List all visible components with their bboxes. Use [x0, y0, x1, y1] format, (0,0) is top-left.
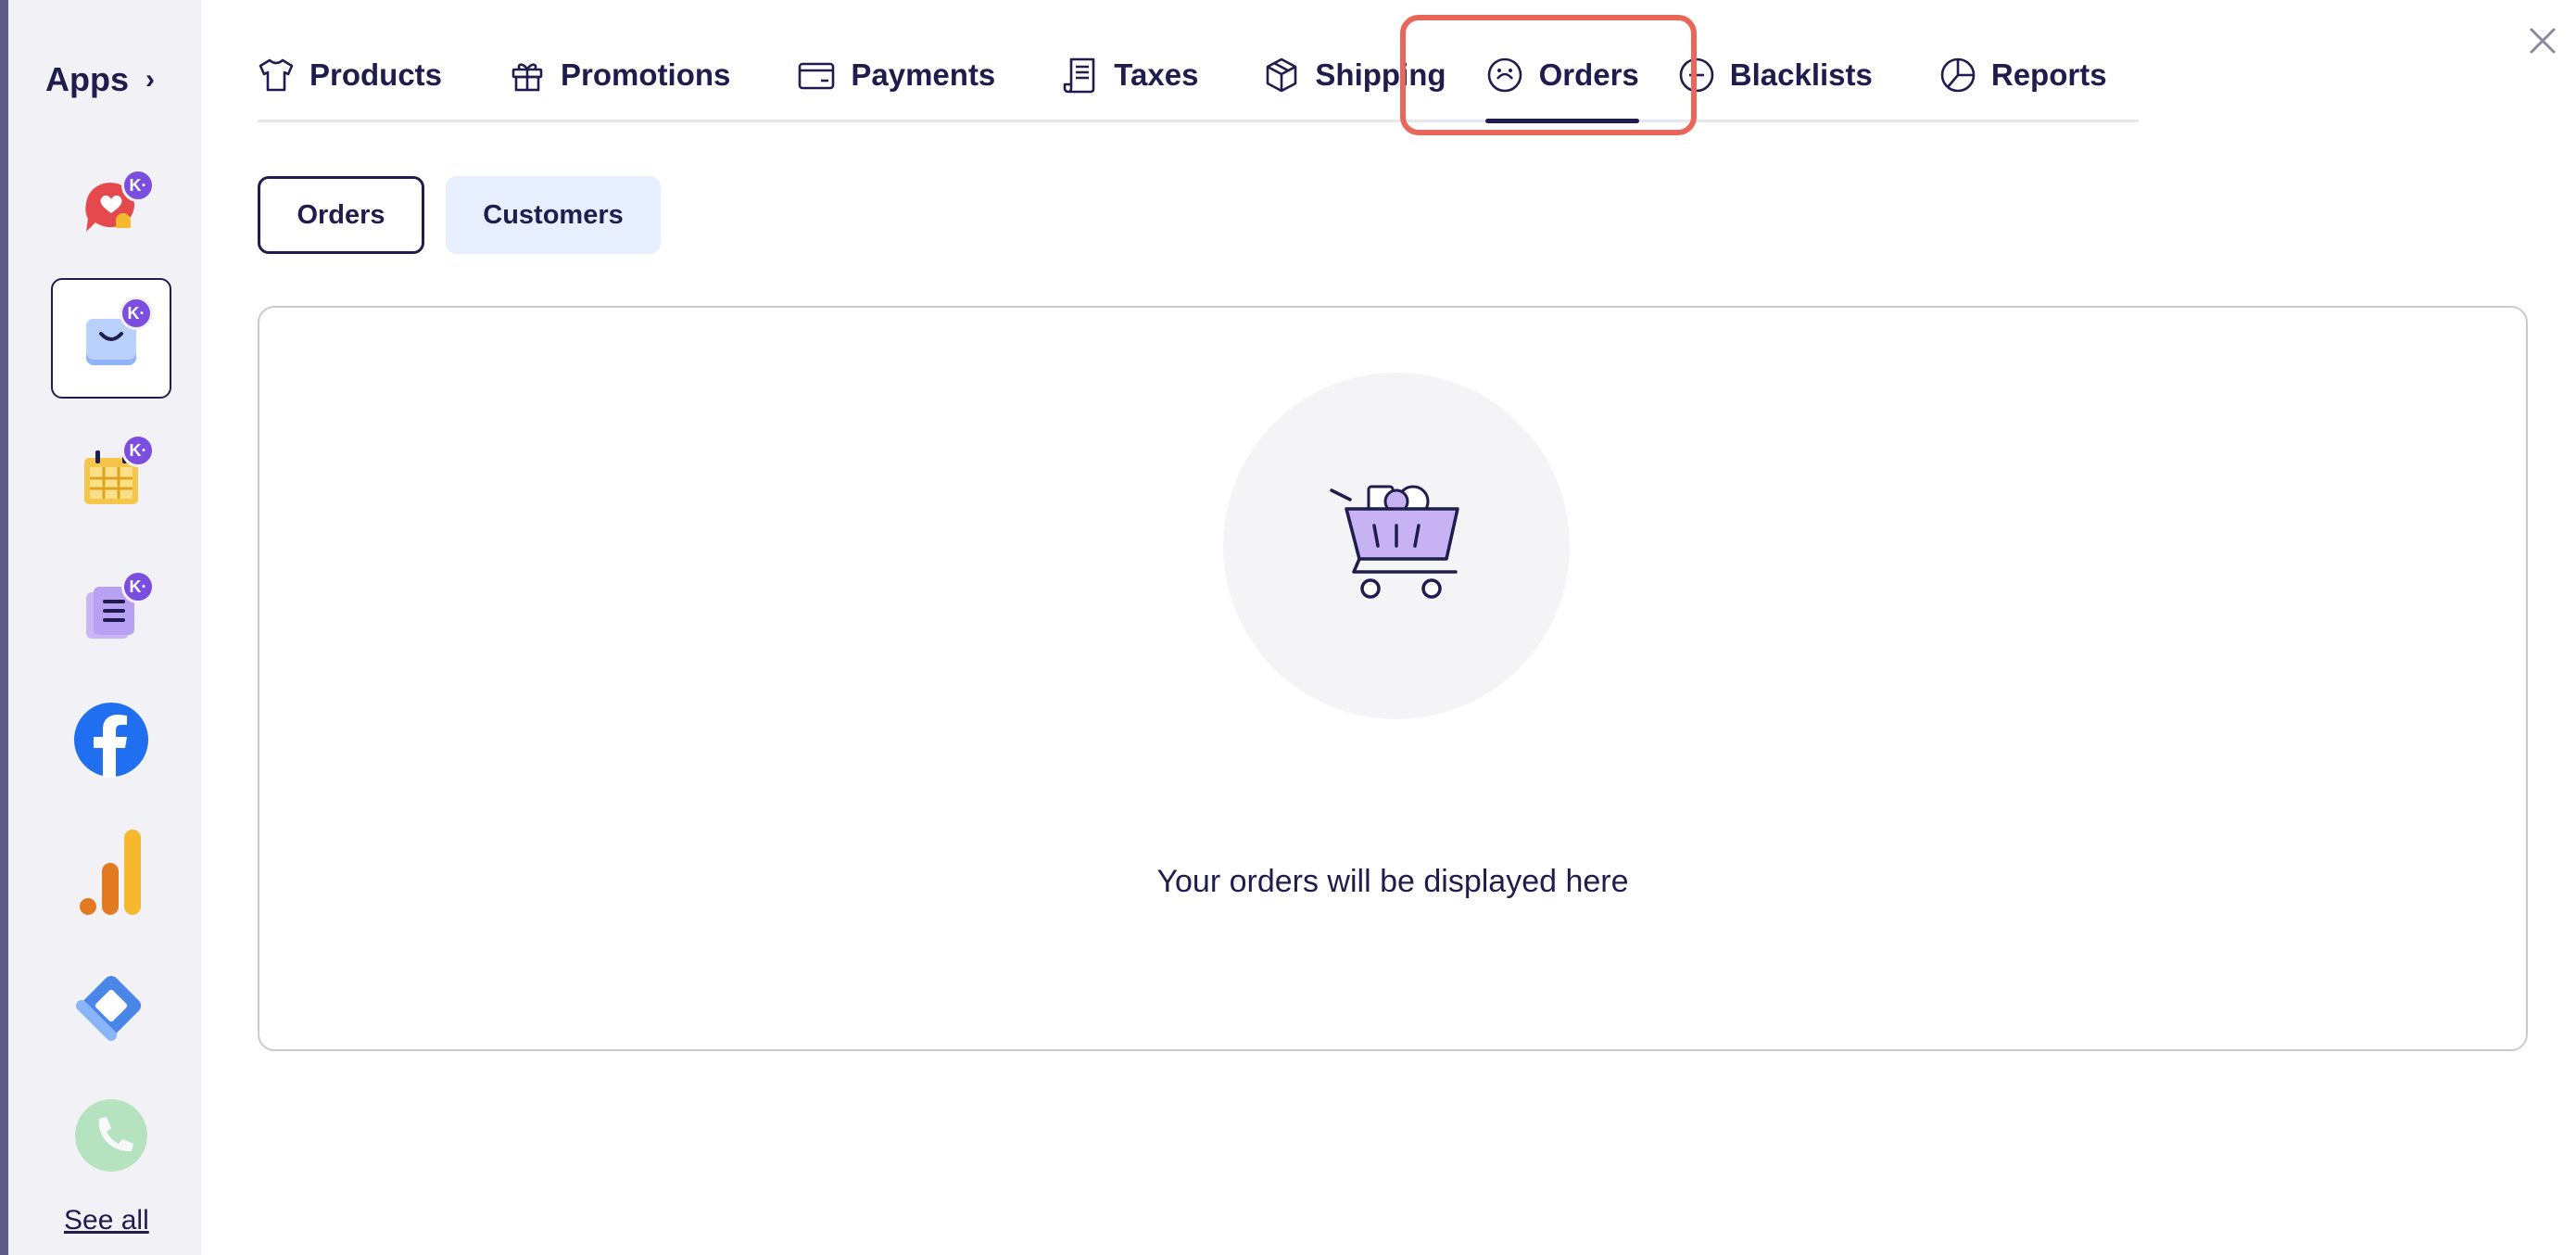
phone-icon — [75, 1099, 147, 1172]
sidebar-app-forms[interactable]: K· — [51, 551, 171, 672]
shopping-cart-icon — [1330, 485, 1459, 599]
tshirt-icon — [259, 58, 294, 91]
facebook-icon — [74, 703, 148, 778]
see-all-link[interactable]: See all — [64, 1205, 149, 1236]
orders-panel: Your orders will be displayed here — [258, 306, 2528, 1051]
apps-sidebar: Apps › K· K· K· K· See all — [8, 0, 201, 1255]
analytics-icon — [80, 830, 141, 915]
tab-blacklists[interactable]: Blacklists — [1678, 37, 1873, 120]
tab-label: Products — [309, 57, 443, 92]
pie-chart-icon — [1940, 57, 1976, 92]
k-badge: K· — [121, 570, 155, 603]
tab-label: Shipping — [1315, 57, 1446, 92]
orders-icon — [1487, 57, 1522, 92]
minus-circle-icon — [1679, 57, 1714, 92]
tab-label: Reports — [1990, 57, 2107, 92]
tab-label: Orders — [1538, 57, 1639, 92]
sidebar-app-tag-manager[interactable] — [51, 945, 171, 1066]
tab-label: Blacklists — [1729, 57, 1873, 92]
wallet-icon — [799, 62, 835, 89]
sidebar-app-facebook[interactable] — [51, 679, 171, 800]
apps-title: Apps — [45, 60, 129, 98]
tab-products[interactable]: Products — [258, 37, 442, 120]
empty-state-message: Your orders will be displayed here — [1156, 864, 1629, 899]
sidebar-app-phone[interactable] — [51, 1075, 171, 1196]
sidebar-app-chat[interactable]: K· — [51, 148, 171, 269]
tab-taxes[interactable]: Taxes — [1062, 37, 1198, 120]
subtab-customers[interactable]: Customers — [446, 176, 661, 254]
sidebar-app-calendar[interactable]: K· — [51, 417, 171, 538]
tab-payments[interactable]: Payments — [797, 37, 995, 120]
top-tabs: Products Promotions Payments Taxes Shipp… — [258, 37, 2139, 123]
receipt-icon — [1063, 57, 1095, 93]
app-root: Apps › K· K· K· K· See all Products Prom… — [0, 0, 2576, 1255]
sidebar-app-analytics[interactable] — [51, 812, 171, 932]
k-badge: K· — [121, 434, 155, 467]
k-badge: K· — [120, 297, 153, 330]
tab-label: Payments — [851, 57, 996, 92]
gift-icon — [511, 62, 543, 91]
chevron-right-icon: › — [145, 64, 155, 95]
close-button[interactable] — [2520, 19, 2565, 63]
close-icon — [2530, 28, 2556, 54]
tab-promotions[interactable]: Promotions — [509, 37, 730, 120]
tab-orders[interactable]: Orders — [1484, 37, 1640, 123]
tab-label: Taxes — [1114, 57, 1199, 92]
tab-shipping[interactable]: Shipping — [1263, 37, 1446, 120]
sidebar-app-shop[interactable]: K· — [51, 278, 171, 399]
k-badge: K· — [121, 169, 155, 202]
tab-label: Promotions — [561, 57, 731, 92]
empty-state-illustration — [1223, 373, 1570, 719]
left-edge-bar — [0, 0, 8, 1255]
apps-header[interactable]: Apps › — [45, 56, 155, 104]
tab-reports[interactable]: Reports — [1939, 37, 2107, 120]
subtab-orders[interactable]: Orders — [258, 176, 424, 254]
box-icon — [1267, 57, 1297, 92]
tag-manager-icon — [76, 975, 142, 1041]
